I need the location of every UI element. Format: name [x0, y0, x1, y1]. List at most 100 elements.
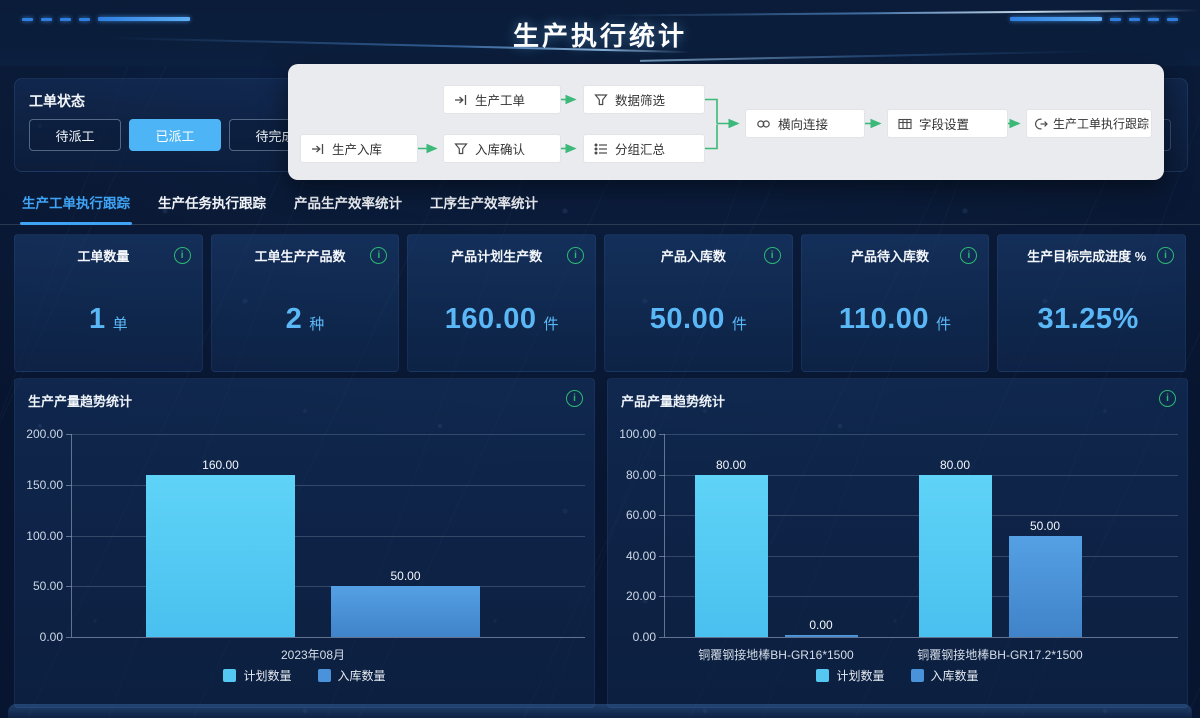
kpi-unit: 件 [936, 313, 951, 334]
bar-计划数量 [919, 475, 992, 637]
data-in-icon [311, 142, 325, 156]
y-axis-tick-label: 100.00 [15, 529, 63, 543]
kpi-card-target-progress: 生产目标完成进度 % i 31.25% [997, 234, 1186, 372]
tab-process-efficiency[interactable]: 工序生产效率统计 [428, 192, 540, 224]
info-icon[interactable]: i [764, 247, 781, 264]
field-settings-icon [898, 117, 912, 131]
chart-legend: 计划数量 入库数量 [15, 667, 594, 684]
flow-node-label: 横向连接 [778, 114, 828, 133]
gridline [71, 434, 585, 435]
flow-node-production-inbound[interactable]: 生产入库 [300, 134, 418, 163]
x-axis-category-label: 铜覆钢接地棒BH-GR17.2*1500 [917, 646, 1082, 663]
tab-production-task-tracking[interactable]: 生产任务执行跟踪 [156, 192, 268, 224]
flow-node-label: 分组汇总 [615, 139, 665, 158]
group-summary-icon [594, 142, 608, 156]
next-panel-top-edge [8, 704, 1192, 718]
info-icon[interactable]: i [960, 247, 977, 264]
work-order-status-label: 工单状态 [29, 91, 85, 111]
info-icon[interactable]: i [1157, 247, 1174, 264]
flow-node-data-filter[interactable]: 数据筛选 [583, 85, 705, 114]
flow-node-label: 数据筛选 [615, 90, 665, 109]
gridline [664, 434, 1178, 435]
kpi-value: 2 [286, 303, 303, 336]
status-button-group: 待派工 已派工 待完成 [29, 119, 321, 151]
info-icon[interactable]: i [370, 247, 387, 264]
bar-value-label: 50.00 [1030, 519, 1060, 533]
legend-swatch [911, 669, 924, 682]
bar-入库数量 [331, 586, 480, 637]
y-axis-tick-label: 50.00 [15, 579, 63, 593]
tab-production-order-tracking[interactable]: 生产工单执行跟踪 [20, 192, 132, 224]
legend-item-入库数量[interactable]: 入库数量 [911, 667, 979, 684]
legend-item-入库数量[interactable]: 入库数量 [318, 667, 386, 684]
bar-value-label: 0.00 [809, 618, 832, 632]
flow-node-group-summary[interactable]: 分组汇总 [583, 134, 705, 163]
y-axis-tick-label: 100.00 [608, 427, 656, 441]
dataflow-overlay-panel: 生产工单 数据筛选 生产入库 入库确认 分组汇总 横向连接 字段设置 生产工单 [288, 64, 1164, 180]
dashboard-root: 生产执行统计 工单状态 待派工 已派工 待完成 [0, 0, 1200, 718]
chart-panel-production-output-trend: 生产产量趋势统计 i 0.0050.00100.00150.00200.0016… [14, 378, 595, 708]
flow-node-label: 生产工单执行跟踪 [1053, 115, 1149, 132]
kpi-unit: 件 [544, 313, 559, 334]
x-axis-line [664, 637, 1178, 638]
kpi-value: 31.25% [1037, 303, 1138, 336]
legend-label: 计划数量 [836, 667, 884, 684]
kpi-title: 生产目标完成进度 % [1027, 246, 1156, 265]
flow-node-label: 生产工单 [475, 90, 525, 109]
flow-node-field-settings[interactable]: 字段设置 [887, 109, 1008, 138]
kpi-title: 工单生产产品数 [254, 246, 355, 265]
kpi-card-inbound-qty: 产品入库数 i 50.00 件 [604, 234, 793, 372]
kpi-unit: 件 [732, 313, 747, 334]
kpi-card-order-count: 工单数量 i 1 单 [14, 234, 203, 372]
bar-入库数量 [785, 635, 858, 637]
filter-icon [454, 142, 468, 156]
kpi-card-pending-inbound-qty: 产品待入库数 i 110.00 件 [801, 234, 990, 372]
legend-item-计划数量[interactable]: 计划数量 [816, 667, 884, 684]
y-axis-tick-label: 20.00 [608, 589, 656, 603]
y-axis-line [71, 434, 72, 637]
output-icon [1034, 117, 1048, 131]
legend-swatch [223, 669, 236, 682]
legend-swatch [816, 669, 829, 682]
bar-入库数量 [1009, 536, 1082, 638]
filter-icon [594, 93, 608, 107]
legend-label: 入库数量 [338, 667, 386, 684]
kpi-card-product-types: 工单生产产品数 i 2 种 [211, 234, 400, 372]
tab-product-efficiency[interactable]: 产品生产效率统计 [292, 192, 404, 224]
x-axis-category-label: 2023年08月 [281, 646, 345, 663]
bar-计划数量 [146, 475, 295, 637]
x-axis-line [71, 637, 585, 638]
y-axis-tick-label: 0.00 [608, 630, 656, 644]
flow-node-output-tracking[interactable]: 生产工单执行跟踪 [1026, 109, 1152, 138]
link-icon [756, 117, 771, 131]
bar-value-label: 50.00 [390, 569, 420, 583]
legend-swatch [318, 669, 331, 682]
bar-value-label: 80.00 [940, 458, 970, 472]
kpi-value: 110.00 [839, 303, 929, 336]
y-axis-tick-label: 80.00 [608, 468, 656, 482]
bar-计划数量 [695, 475, 768, 637]
flow-node-label: 生产入库 [332, 139, 382, 158]
status-button-pending-dispatch[interactable]: 待派工 [29, 119, 121, 151]
chart-legend: 计划数量 入库数量 [608, 667, 1187, 684]
data-in-icon [454, 93, 468, 107]
y-axis-tick-label: 40.00 [608, 549, 656, 563]
bar-chart-product-output: 0.0020.0040.0060.0080.00100.0080.000.00铜… [608, 379, 1187, 707]
kpi-title: 工单数量 [77, 246, 139, 265]
info-icon[interactable]: i [567, 247, 584, 264]
flow-node-inbound-confirm[interactable]: 入库确认 [443, 134, 561, 163]
y-axis-tick-label: 0.00 [15, 630, 63, 644]
status-button-dispatched[interactable]: 已派工 [129, 119, 221, 151]
flow-node-horizontal-join[interactable]: 横向连接 [745, 109, 865, 138]
flow-node-label: 入库确认 [475, 139, 525, 158]
legend-item-计划数量[interactable]: 计划数量 [223, 667, 291, 684]
flow-node-production-order[interactable]: 生产工单 [443, 85, 561, 114]
kpi-value: 1 [89, 303, 106, 336]
info-icon[interactable]: i [174, 247, 191, 264]
kpi-title: 产品入库数 [661, 246, 736, 265]
kpi-value: 160.00 [445, 303, 537, 336]
legend-label: 计划数量 [243, 667, 291, 684]
legend-label: 入库数量 [931, 667, 979, 684]
tab-bar: 生产工单执行跟踪 生产任务执行跟踪 产品生产效率统计 工序生产效率统计 [0, 182, 1200, 225]
bar-value-label: 80.00 [716, 458, 746, 472]
